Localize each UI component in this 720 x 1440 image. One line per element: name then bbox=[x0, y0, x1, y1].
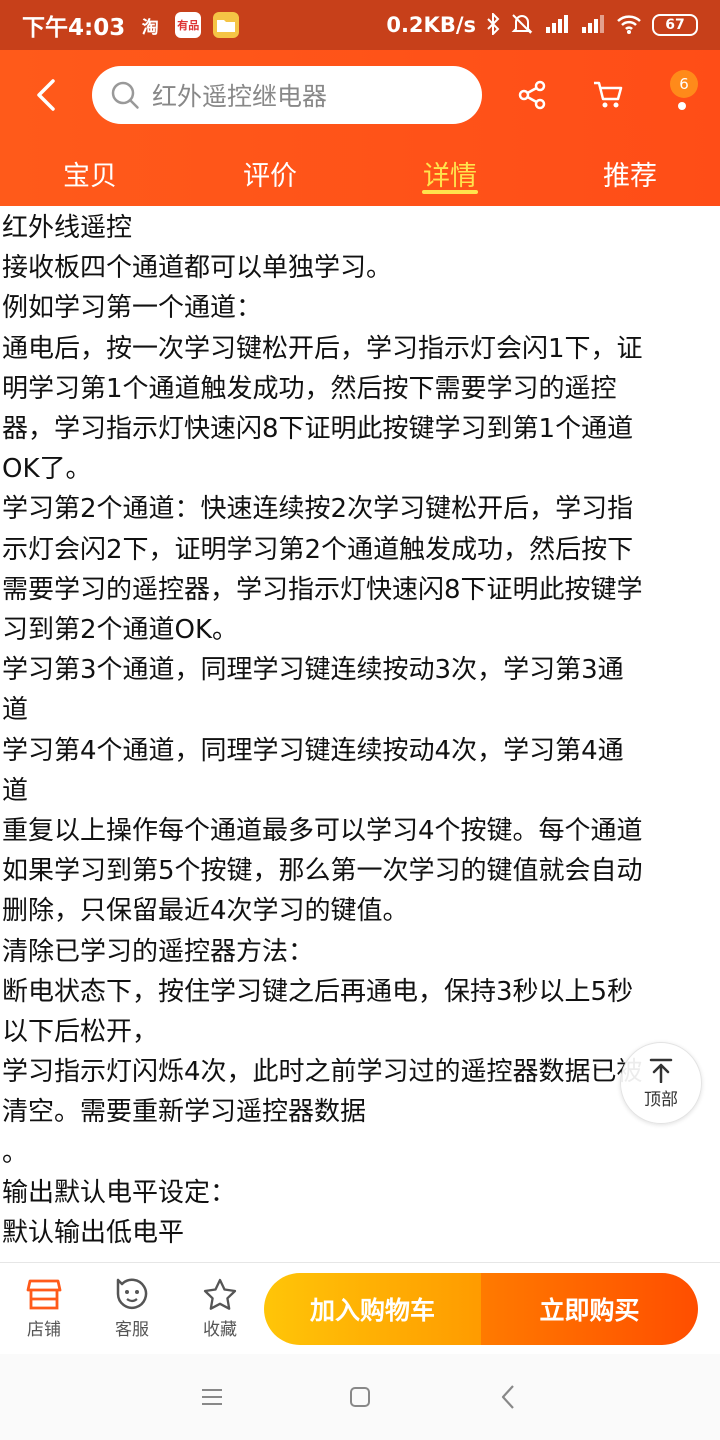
back-to-top-button[interactable]: 顶部 bbox=[620, 1042, 702, 1124]
search-icon bbox=[111, 81, 139, 109]
more-button[interactable]: 6 bbox=[646, 50, 716, 140]
detail-line: 删除，只保留最近4次学习的键值。 bbox=[2, 896, 409, 927]
store-button[interactable]: 店铺 bbox=[0, 1263, 88, 1355]
back-to-top-label: 顶部 bbox=[644, 1089, 678, 1110]
bluetooth-icon bbox=[486, 11, 500, 38]
mute-icon bbox=[510, 13, 534, 38]
detail-line: 需要学习的遥控器，学习指示灯快速闪8下证明此按键学 bbox=[2, 574, 643, 605]
folder-notification-icon bbox=[213, 12, 240, 38]
product-tabs: 宝贝 评价 详情 推荐 bbox=[0, 140, 720, 206]
detail-line: 重复以上操作每个通道最多可以学习4个按键。每个通道 bbox=[2, 816, 643, 847]
detail-line: 学习第3个通道，同理学习键连续按动3次，学习第3通 bbox=[2, 655, 624, 686]
favorite-button[interactable]: 收藏 bbox=[176, 1263, 264, 1355]
detail-line: 学习第4个通道，同理学习键连续按动4次，学习第4通 bbox=[2, 735, 624, 766]
customer-service-label: 客服 bbox=[115, 1320, 149, 1340]
back-nav-button[interactable] bbox=[493, 1382, 523, 1412]
signal-2-icon bbox=[580, 13, 606, 38]
back-chevron-icon bbox=[501, 1385, 514, 1409]
status-bar: 下午4:03 淘 有品 0.2KB/s 67 bbox=[0, 0, 720, 50]
cart-button[interactable] bbox=[570, 50, 646, 140]
home-nav-button[interactable] bbox=[345, 1382, 375, 1412]
detail-line: 输出默认电平设定： bbox=[2, 1177, 237, 1208]
detail-line: 接收板四个通道都可以单独学习。 bbox=[2, 253, 393, 284]
menu-nav-button[interactable] bbox=[197, 1382, 227, 1412]
customer-service-icon bbox=[116, 1278, 148, 1310]
status-time: 下午4:03 bbox=[22, 15, 126, 41]
detail-line: 学习第2个通道：快速连续按2次学习键松开后，学习指 bbox=[2, 494, 634, 525]
tab-details[interactable]: 详情 bbox=[360, 140, 540, 206]
store-icon bbox=[26, 1279, 62, 1310]
home-square-icon bbox=[350, 1387, 370, 1407]
detail-line: 默认输出低电平 bbox=[2, 1218, 185, 1249]
share-icon bbox=[518, 80, 546, 110]
cta-group: 加入购物车 立即购买 bbox=[264, 1273, 698, 1345]
detail-line: 清除已学习的遥控器方法： bbox=[2, 936, 315, 967]
detail-line: 。 bbox=[2, 1137, 29, 1168]
detail-content[interactable]: 红外线遥控 接收板四个通道都可以单独学习。 例如学习第一个通道： 通电后，按一次… bbox=[0, 206, 720, 1262]
arrow-up-icon bbox=[649, 1058, 673, 1083]
wifi-icon bbox=[616, 13, 642, 38]
back-button[interactable] bbox=[0, 50, 92, 140]
detail-line: 学习指示灯闪烁4次，此时之前学习过的遥控器数据已被 bbox=[2, 1057, 643, 1088]
status-right: 0.2KB/s 67 bbox=[386, 11, 698, 38]
detail-line: 明学习第1个通道触发成功，然后按下需要学习的遥控 bbox=[2, 373, 617, 404]
status-left: 下午4:03 淘 有品 bbox=[22, 8, 240, 42]
detail-line: 以下后松开， bbox=[2, 1017, 159, 1048]
detail-line: 道 bbox=[2, 775, 29, 806]
taobao-notification-icon: 淘 bbox=[141, 17, 159, 38]
star-icon bbox=[203, 1278, 237, 1310]
detail-line: 示灯会闪2下，证明学习第2个通道触发成功，然后按下 bbox=[2, 534, 634, 565]
customer-service-button[interactable]: 客服 bbox=[88, 1263, 176, 1355]
message-count-badge: 6 bbox=[670, 70, 698, 98]
more-dot-icon bbox=[678, 102, 686, 110]
tab-item[interactable]: 宝贝 bbox=[0, 140, 180, 206]
share-button[interactable] bbox=[494, 50, 570, 140]
detail-line: 习到第2个通道OK。 bbox=[2, 615, 239, 646]
detail-line: 例如学习第一个通道： bbox=[2, 293, 263, 324]
detail-line: OK了。 bbox=[2, 454, 92, 485]
detail-line: 道 bbox=[2, 695, 29, 726]
menu-icon bbox=[202, 1389, 222, 1405]
signal-1-icon bbox=[544, 13, 570, 38]
tab-recommend[interactable]: 推荐 bbox=[540, 140, 720, 206]
search-input[interactable]: 红外遥控继电器 bbox=[92, 66, 482, 124]
detail-line: 器，学习指示灯快速闪8下证明此按键学习到第1个通道 bbox=[2, 414, 634, 445]
detail-line: 清空。需要重新学习遥控器数据 bbox=[2, 1097, 367, 1128]
detail-line: 如果学习到第5个按键，那么第一次学习的键值就会自动 bbox=[2, 856, 643, 887]
buy-now-button[interactable]: 立即购买 bbox=[481, 1273, 698, 1345]
detail-line: 断电状态下，按住学习键之后再通电，保持3秒以上5秒 bbox=[2, 976, 634, 1007]
add-to-cart-button[interactable]: 加入购物车 bbox=[264, 1273, 481, 1345]
detail-line: 红外线遥控 bbox=[2, 213, 133, 243]
store-label: 店铺 bbox=[27, 1320, 61, 1340]
detail-line: 通电后，按一次学习键松开后，学习指示灯会闪1下，证 bbox=[2, 333, 643, 364]
battery-indicator: 67 bbox=[652, 14, 698, 36]
system-navigation-bar bbox=[0, 1354, 720, 1440]
top-header: 红外遥控继电器 6 bbox=[0, 50, 720, 140]
tab-reviews[interactable]: 评价 bbox=[180, 140, 360, 206]
youpin-notification-icon: 有品 bbox=[175, 12, 202, 38]
bottom-action-bar: 店铺 客服 收藏 加入购物车 立即购买 bbox=[0, 1262, 720, 1354]
network-speed: 0.2KB/s bbox=[386, 13, 476, 37]
favorite-label: 收藏 bbox=[203, 1320, 237, 1340]
cart-icon bbox=[594, 81, 623, 108]
search-query-text: 红外遥控继电器 bbox=[152, 82, 328, 111]
back-arrow-icon bbox=[37, 79, 55, 111]
